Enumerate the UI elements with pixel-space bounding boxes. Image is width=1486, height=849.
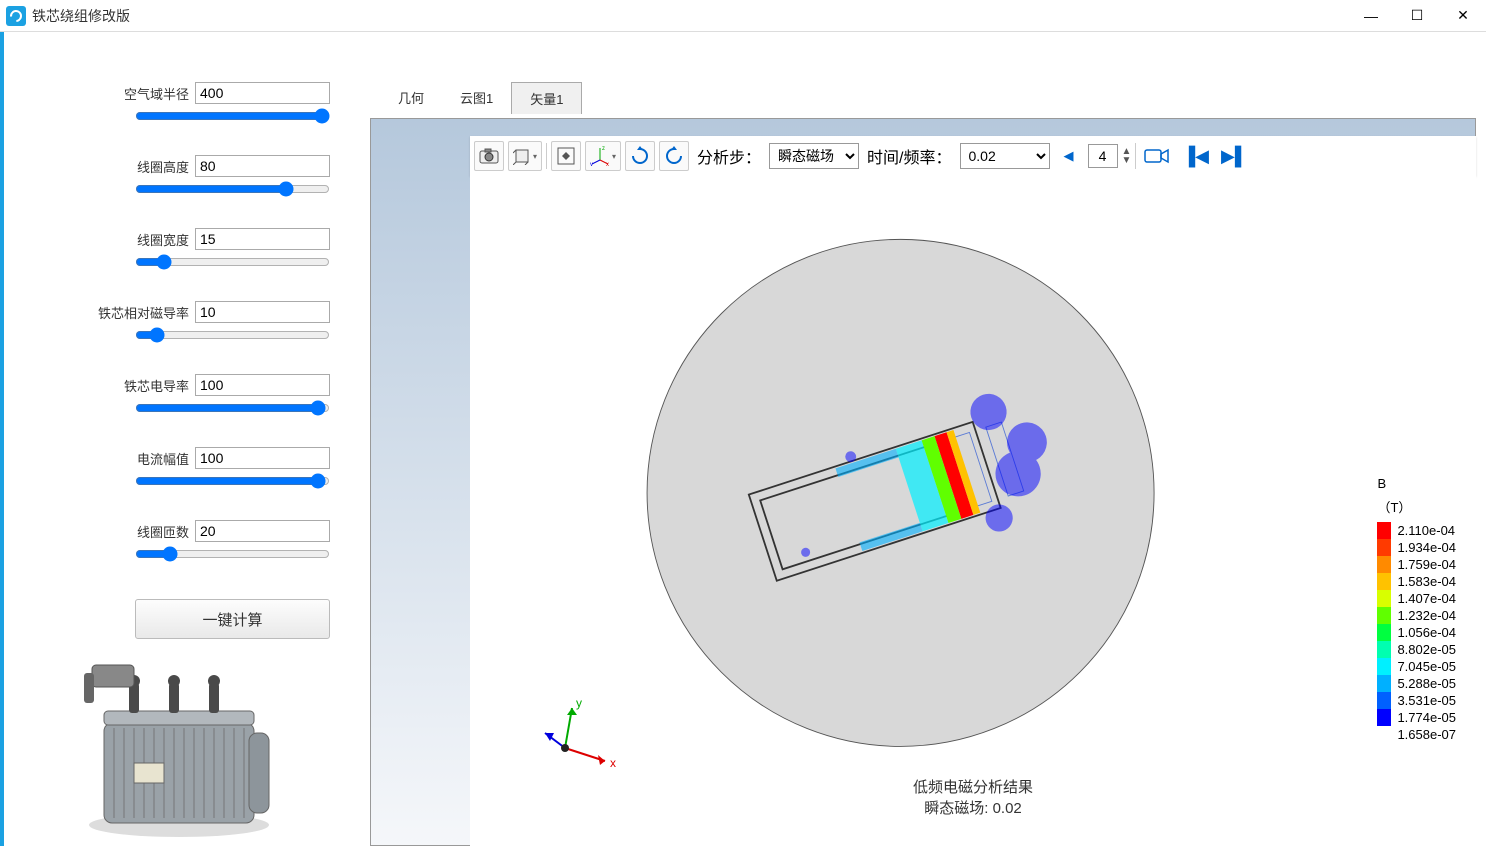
legend-entry: 1.407e-04 [1377, 590, 1456, 607]
view-tabs: 几何云图1矢量1 [370, 82, 1486, 114]
param-6: 线圈匝数 [14, 520, 330, 565]
legend-entry: 5.288e-05 [1377, 675, 1456, 692]
rotate-cw-button[interactable] [625, 141, 655, 171]
param-input[interactable] [195, 520, 330, 542]
param-0: 空气域半径 [14, 82, 330, 127]
viewport-toolbar: z x y 分析步： 瞬态磁场 时间/频率： 0.02 ◀ ▲▼ [470, 136, 1476, 176]
frame-number-input[interactable] [1088, 144, 1118, 168]
close-button[interactable]: ✕ [1440, 0, 1486, 32]
param-1: 线圈高度 [14, 155, 330, 200]
step-back-icon[interactable]: ◀ [1054, 141, 1084, 171]
viewport[interactable]: z x y 分析步： 瞬态磁场 时间/频率： 0.02 ◀ ▲▼ [370, 118, 1476, 846]
fit-view-button[interactable] [551, 141, 581, 171]
snapshot-button[interactable] [474, 141, 504, 171]
svg-text:y: y [590, 162, 593, 166]
canvas-area[interactable]: x y 低频电磁分析结果 瞬态磁场: 0.02 B （T） 2.110e-041… [470, 176, 1476, 846]
legend-entry: 7.045e-05 [1377, 658, 1456, 675]
time-freq-label: 时间/频率： [863, 144, 955, 168]
param-input[interactable] [195, 374, 330, 396]
param-3: 铁芯相对磁导率 [14, 301, 330, 346]
view-orientation-dropdown[interactable] [508, 141, 542, 171]
legend-entry: 1.759e-04 [1377, 556, 1456, 573]
param-slider[interactable] [135, 473, 330, 489]
result-subtitle: 瞬态磁场: 0.02 [470, 797, 1476, 818]
param-label: 线圈匝数 [137, 522, 189, 541]
axes-dropdown[interactable]: z x y [585, 141, 621, 171]
param-2: 线圈宽度 [14, 228, 330, 273]
legend-entry: 1.774e-05 [1377, 709, 1456, 726]
param-label: 电流幅值 [137, 449, 189, 468]
result-caption: 低频电磁分析结果 瞬态磁场: 0.02 [470, 776, 1476, 818]
param-slider[interactable] [135, 327, 330, 343]
stepper-icon[interactable]: ▲▼ [1122, 147, 1132, 165]
param-input[interactable] [195, 82, 330, 104]
record-button[interactable] [1140, 141, 1174, 171]
param-input[interactable] [195, 155, 330, 177]
param-label: 空气域半径 [124, 84, 189, 103]
legend-entry: 1.232e-04 [1377, 607, 1456, 624]
param-slider[interactable] [135, 400, 330, 416]
analysis-step-label: 分析步： [693, 144, 765, 168]
param-label: 铁芯相对磁导率 [98, 303, 189, 322]
app-icon [6, 6, 26, 26]
param-input[interactable] [195, 228, 330, 250]
legend-entry: 2.110e-04 [1377, 522, 1456, 539]
param-slider[interactable] [135, 546, 330, 562]
legend-entry: 1.583e-04 [1377, 573, 1456, 590]
axis-triad: x y [540, 693, 620, 776]
titlebar: 铁芯绕组修改版 — ☐ ✕ [0, 0, 1486, 32]
tab-1[interactable]: 云图1 [442, 82, 511, 114]
legend-entry: 1.934e-04 [1377, 539, 1456, 556]
param-slider[interactable] [135, 108, 330, 124]
legend-unit: （T） [1377, 497, 1456, 516]
param-input[interactable] [195, 301, 330, 323]
result-plot [470, 176, 1476, 846]
param-slider[interactable] [135, 254, 330, 270]
svg-text:x: x [610, 756, 616, 770]
analysis-step-select[interactable]: 瞬态磁场 [769, 143, 859, 169]
param-4: 铁芯电导率 [14, 374, 330, 419]
param-label: 线圈宽度 [137, 230, 189, 249]
param-input[interactable] [195, 447, 330, 469]
legend-entry: 1.658e-07 [1377, 726, 1456, 743]
legend-entry: 8.802e-05 [1377, 641, 1456, 658]
color-legend: B （T） 2.110e-041.934e-041.759e-041.583e-… [1377, 476, 1456, 743]
param-label: 铁芯电导率 [124, 376, 189, 395]
maximize-button[interactable]: ☐ [1394, 0, 1440, 32]
legend-quantity: B [1377, 476, 1456, 491]
minimize-button[interactable]: — [1348, 0, 1394, 32]
skip-start-button[interactable]: ▐◀ [1178, 141, 1213, 171]
sidebar: 空气域半径 线圈高度 线圈宽度 铁芯相对磁导率 铁芯电导率 电流幅值 线圈匝数 … [0, 32, 370, 846]
svg-text:y: y [576, 696, 582, 710]
time-freq-select[interactable]: 0.02 [960, 143, 1050, 169]
legend-entry: 1.056e-04 [1377, 624, 1456, 641]
legend-entry: 3.531e-05 [1377, 692, 1456, 709]
window-title: 铁芯绕组修改版 [32, 6, 1348, 26]
svg-text:z: z [602, 146, 605, 152]
skip-end-button[interactable]: ▶▌ [1217, 141, 1252, 171]
result-title: 低频电磁分析结果 [470, 776, 1476, 797]
param-5: 电流幅值 [14, 447, 330, 492]
tab-2[interactable]: 矢量1 [511, 82, 582, 114]
tab-0[interactable]: 几何 [380, 82, 442, 114]
param-slider[interactable] [135, 181, 330, 197]
svg-text:x: x [606, 162, 609, 166]
rotate-ccw-button[interactable] [659, 141, 689, 171]
param-label: 线圈高度 [137, 157, 189, 176]
transformer-image [74, 643, 284, 846]
calculate-button[interactable]: 一键计算 [135, 599, 330, 639]
